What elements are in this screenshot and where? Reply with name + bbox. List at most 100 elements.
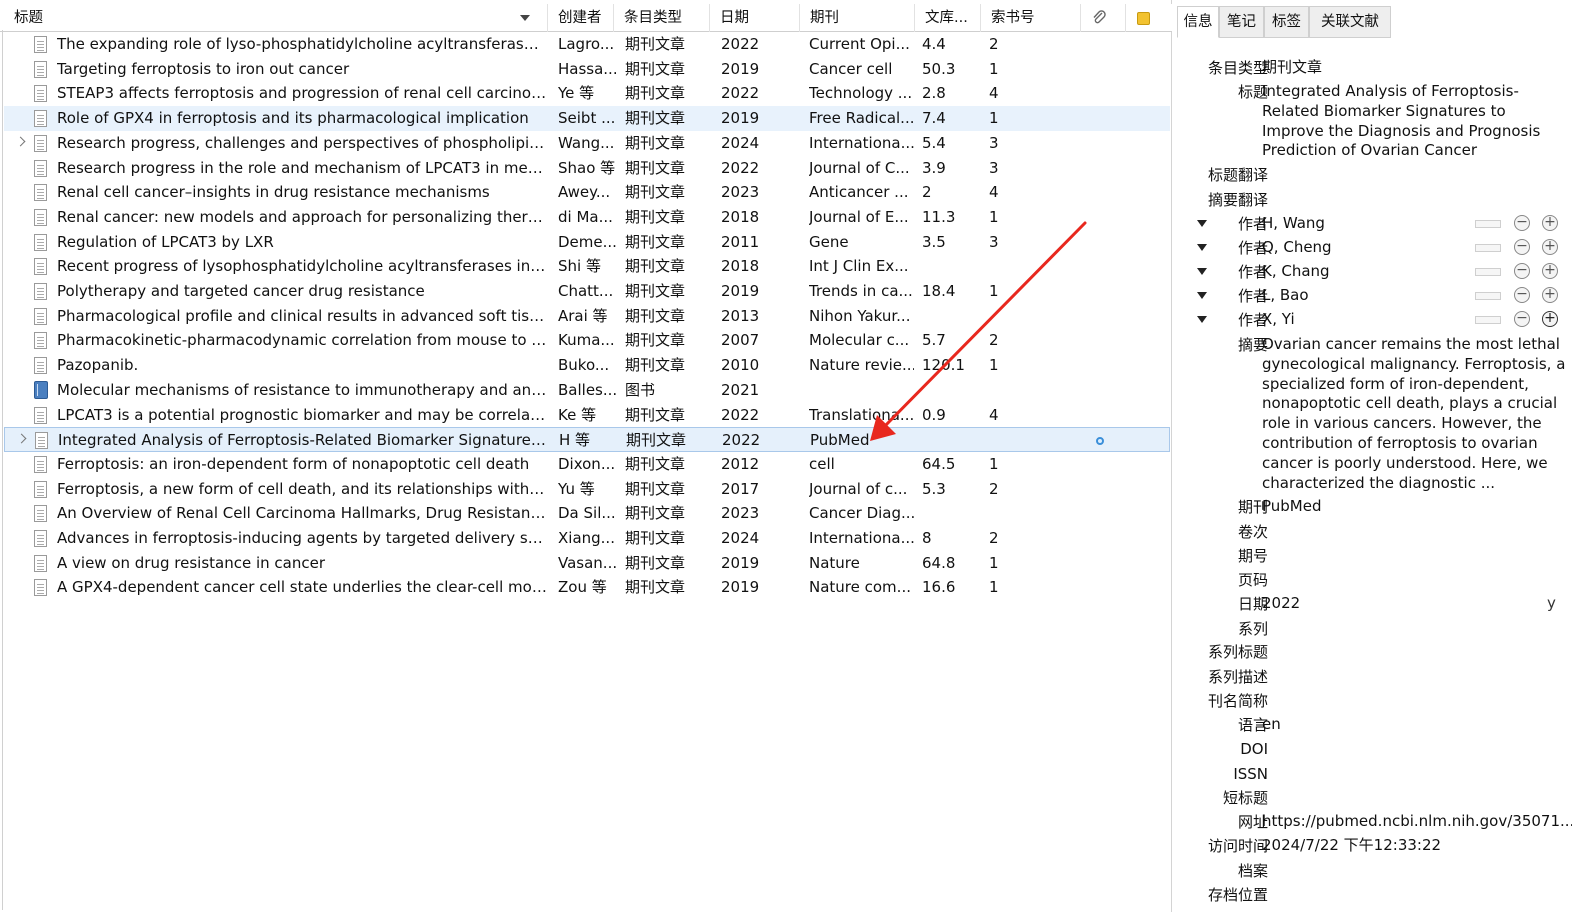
column-impact[interactable]: 文库...: [915, 4, 981, 32]
field-language[interactable]: en: [1262, 715, 1562, 735]
tab-tags[interactable]: 标签: [1264, 6, 1309, 38]
field-creator[interactable]: L, Bao: [1262, 286, 1462, 306]
document-icon: [34, 60, 47, 78]
row-impact: 5.3: [922, 479, 946, 498]
add-creator-button[interactable]: +: [1542, 239, 1558, 255]
table-row[interactable]: Research progress in the role and mechan…: [4, 156, 1170, 181]
tab-related[interactable]: 关联文献: [1309, 6, 1391, 38]
row-creator: Chatt...: [558, 282, 614, 300]
row-title: STEAP3 affects ferroptosis and progressi…: [57, 84, 547, 103]
table-row[interactable]: An Overview of Renal Cell Carcinoma Hall…: [4, 501, 1170, 526]
field-accessed[interactable]: 2024/7/22 下午12:33:22: [1262, 836, 1562, 856]
sort-descending-icon[interactable]: [520, 15, 530, 21]
table-row[interactable]: Ferroptosis, a new form of cell death, a…: [4, 477, 1170, 502]
chevron-down-icon[interactable]: [1197, 292, 1207, 299]
table-row[interactable]: Advances in ferroptosis-inducing agents …: [4, 526, 1170, 551]
add-creator-button[interactable]: +: [1542, 311, 1558, 327]
remove-creator-button[interactable]: −: [1514, 287, 1530, 303]
table-row[interactable]: Role of GPX4 in ferroptosis and its phar…: [4, 106, 1170, 131]
table-row[interactable]: A GPX4-dependent cancer cell state under…: [4, 575, 1170, 600]
column-title-label: 标题: [14, 10, 43, 26]
table-row[interactable]: Regulation of LPCAT3 by LXR Deme... 期刊文章 20…: [4, 230, 1170, 255]
document-icon: [34, 505, 47, 523]
table-row[interactable]: A view on drug resistance in cancer Vasan…: [4, 551, 1170, 576]
field-url[interactable]: https://pubmed.ncbi.nlm.nih.gov/35071...: [1262, 812, 1572, 832]
table-row[interactable]: The expanding role of lyso-phosphatidylc…: [4, 32, 1170, 57]
row-title: Regulation of LPCAT3 by LXR: [57, 232, 274, 251]
tab-related-label: 关联文献: [1321, 14, 1379, 30]
table-row[interactable]: Recent progress of lysophosphatidylcholi…: [4, 254, 1170, 279]
remove-creator-button[interactable]: −: [1514, 263, 1530, 279]
column-date[interactable]: 日期: [710, 4, 800, 32]
row-creator: Dixon...: [558, 454, 616, 473]
chevron-down-icon[interactable]: [1197, 316, 1207, 323]
row-title: Polytherapy and targeted cancer drug res…: [57, 282, 425, 300]
table-row[interactable]: Ferroptosis: an iron-dependent form of n…: [4, 452, 1170, 477]
table-row[interactable]: Polytherapy and targeted cancer drug res…: [4, 279, 1170, 304]
document-icon: [34, 134, 47, 152]
row-journal: Trends in ca...: [809, 282, 913, 300]
add-creator-button[interactable]: +: [1542, 287, 1558, 303]
row-date: 2019: [721, 59, 760, 78]
field-item-type[interactable]: 期刊文章: [1262, 58, 1562, 78]
column-creator[interactable]: 创建者: [548, 4, 614, 32]
field-creator[interactable]: K, Chang: [1262, 262, 1462, 282]
table-row[interactable]: Pazopanib. Buko... 期刊文章 2010 Nature revie...…: [4, 353, 1170, 378]
document-icon: [34, 554, 47, 572]
table-row[interactable]: Renal cell cancer–insights in drug resis…: [4, 180, 1170, 205]
chevron-right-icon[interactable]: [15, 136, 26, 147]
add-creator-button[interactable]: +: [1542, 215, 1558, 231]
row-impact: 5.4: [922, 133, 946, 152]
field-journal[interactable]: PubMed: [1262, 497, 1562, 517]
remove-creator-button[interactable]: −: [1514, 215, 1530, 231]
remove-creator-button[interactable]: −: [1514, 239, 1530, 255]
column-item-type[interactable]: 条目类型: [614, 4, 710, 32]
remove-creator-button[interactable]: −: [1514, 311, 1530, 327]
row-journal: Anticancer ...: [809, 183, 909, 202]
row-item-type: 期刊文章: [626, 431, 687, 450]
row-date: 2019: [721, 553, 760, 572]
row-item-type: 期刊文章: [625, 529, 686, 547]
chevron-down-icon[interactable]: [1197, 268, 1207, 275]
table-row[interactable]: Targeting ferroptosis to iron out cancer…: [4, 57, 1170, 82]
field-title[interactable]: Integrated Analysis of Ferroptosis-Relat…: [1262, 82, 1568, 161]
add-creator-button[interactable]: +: [1542, 263, 1558, 279]
chevron-down-icon[interactable]: [1197, 220, 1207, 227]
chevron-down-icon[interactable]: [1197, 244, 1207, 251]
table-row[interactable]: Molecular mechanisms of resistance to im…: [4, 378, 1170, 403]
creator-mode-switch[interactable]: [1475, 316, 1501, 324]
table-row[interactable]: Pharmacokinetic-pharmacodynamic correlat…: [4, 328, 1170, 353]
creator-mode-switch[interactable]: [1475, 268, 1501, 276]
table-row[interactable]: Research progress, challenges and perspe…: [4, 131, 1170, 156]
row-item-type: 期刊文章: [625, 232, 686, 251]
row-creator: Kuma...: [558, 331, 615, 350]
table-row[interactable]: Renal cancer: new models and approach fo…: [4, 205, 1170, 230]
row-call-number: [989, 501, 1029, 526]
field-creator[interactable]: X, Yi: [1262, 310, 1462, 330]
column-call-number[interactable]: 索书号: [981, 4, 1081, 32]
row-call-number: 1: [989, 282, 999, 300]
table-row[interactable]: Pharmacological profile and clinical res…: [4, 304, 1170, 329]
chevron-right-icon[interactable]: [16, 433, 27, 444]
creator-mode-switch[interactable]: [1475, 220, 1501, 228]
table-row[interactable]: STEAP3 affects ferroptosis and progressi…: [4, 81, 1170, 106]
row-journal: Journal of c...: [809, 479, 908, 498]
field-creator[interactable]: Q, Cheng: [1262, 238, 1462, 258]
document-icon: [34, 530, 47, 547]
tab-notes[interactable]: 笔记: [1219, 6, 1264, 38]
field-creator[interactable]: H, Wang: [1262, 214, 1462, 234]
field-abstract[interactable]: Ovarian cancer remains the most lethal g…: [1262, 335, 1568, 493]
column-journal[interactable]: 期刊: [800, 4, 915, 32]
table-row[interactable]: LPCAT3 is a potential prognostic biomark…: [4, 403, 1170, 428]
row-date: 2019: [721, 578, 760, 597]
creator-mode-switch[interactable]: [1475, 244, 1501, 252]
table-row[interactable]: Integrated Analysis of Ferroptosis-Relat…: [4, 427, 1170, 452]
column-title[interactable]: 标题: [4, 4, 548, 32]
creator-mode-switch[interactable]: [1475, 292, 1501, 300]
tab-info[interactable]: 信息: [1177, 6, 1219, 38]
field-date[interactable]: 2022: [1262, 594, 1462, 614]
row-item-type: 期刊文章: [625, 133, 686, 152]
row-creator: Arai 等: [558, 306, 608, 325]
row-creator: Shao 等: [558, 158, 616, 177]
row-creator: Deme...: [558, 232, 616, 251]
